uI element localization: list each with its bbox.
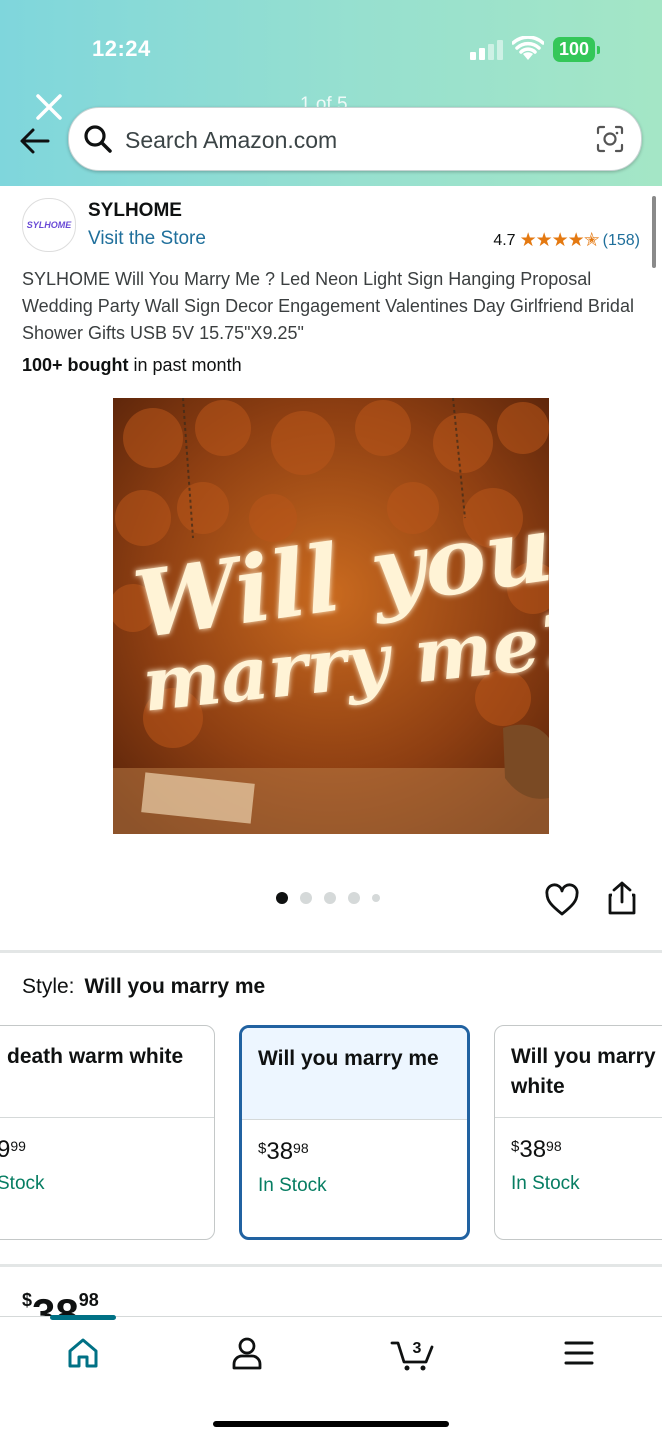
search-icon bbox=[84, 125, 112, 153]
rating-summary[interactable]: 4.7 ★★★★✭ (158) bbox=[493, 229, 640, 252]
style-option-stock: Stock bbox=[0, 1173, 45, 1194]
menu-icon[interactable] bbox=[563, 1339, 595, 1367]
style-option-name: Will you marry white bbox=[495, 1026, 662, 1118]
store-name: SYLHOME bbox=[88, 200, 182, 221]
section-divider bbox=[0, 1264, 662, 1267]
share-icon[interactable] bbox=[606, 880, 638, 916]
style-label: Style: bbox=[22, 975, 75, 998]
camera-scan-icon[interactable] bbox=[595, 124, 625, 154]
cart-count: 3 bbox=[413, 1340, 422, 1357]
carousel-dot[interactable] bbox=[300, 892, 312, 904]
home-icon[interactable] bbox=[66, 1335, 100, 1371]
rating-count[interactable]: (158) bbox=[603, 232, 640, 250]
status-time: 12:24 bbox=[92, 36, 151, 61]
style-option-price: $3898 bbox=[258, 1138, 309, 1165]
carousel-dot[interactable] bbox=[348, 892, 360, 904]
style-option-stock: In Stock bbox=[511, 1173, 580, 1194]
style-option-name: Will you marry me bbox=[242, 1028, 467, 1120]
bottom-tab-bar: 3 bbox=[0, 1315, 662, 1441]
style-selected-value: Will you marry me bbox=[84, 975, 266, 998]
store-logo[interactable]: SYLHOME bbox=[22, 198, 76, 252]
bought-count: 100+ bought in past month bbox=[22, 355, 242, 376]
active-tab-indicator bbox=[50, 1315, 116, 1320]
style-option-card[interactable]: death warm white 999 Stock bbox=[0, 1025, 215, 1240]
bought-count-bold: 100+ bought bbox=[22, 355, 129, 375]
style-option-price: 999 bbox=[0, 1136, 26, 1163]
star-rating-icon: ★★★★✭ bbox=[519, 230, 600, 251]
search-bar[interactable]: Search Amazon.com bbox=[68, 107, 642, 171]
signal-icon bbox=[470, 40, 506, 60]
wifi-icon bbox=[512, 36, 544, 60]
style-option-stock: In Stock bbox=[258, 1175, 327, 1196]
style-option-card[interactable]: Will you marry white $3898 In Stock bbox=[494, 1025, 662, 1240]
carousel-dot[interactable] bbox=[276, 892, 288, 904]
image-carousel-dots[interactable] bbox=[276, 892, 380, 904]
style-selector-label: Style: Will you marry me bbox=[22, 975, 265, 999]
product-image[interactable]: Will you marry me? bbox=[113, 398, 549, 834]
battery-indicator: 100 bbox=[553, 37, 600, 62]
carousel-dot[interactable] bbox=[324, 892, 336, 904]
home-indicator bbox=[213, 1421, 449, 1427]
search-input[interactable]: Search Amazon.com bbox=[125, 127, 337, 154]
top-header: 12:24 100 1 of 5 Search Amazon.com bbox=[0, 0, 662, 186]
visit-store-link[interactable]: Visit the Store bbox=[88, 228, 206, 250]
heart-icon[interactable] bbox=[544, 883, 580, 917]
cart-icon[interactable]: 3 bbox=[390, 1335, 436, 1373]
close-icon[interactable] bbox=[34, 92, 64, 122]
product-title: SYLHOME Will You Marry Me ? Led Neon Lig… bbox=[22, 269, 634, 343]
back-arrow-icon[interactable] bbox=[18, 124, 52, 158]
style-option-price: $3898 bbox=[511, 1136, 562, 1163]
style-option-card-selected[interactable]: Will you marry me $3898 In Stock bbox=[239, 1025, 470, 1240]
style-option-name: death warm white bbox=[0, 1026, 214, 1118]
bought-count-rest: in past month bbox=[128, 355, 242, 375]
rating-value: 4.7 bbox=[493, 231, 516, 249]
scrollbar[interactable] bbox=[652, 196, 656, 268]
account-icon[interactable] bbox=[230, 1335, 264, 1371]
section-divider bbox=[0, 950, 662, 953]
carousel-dot[interactable] bbox=[372, 894, 380, 902]
